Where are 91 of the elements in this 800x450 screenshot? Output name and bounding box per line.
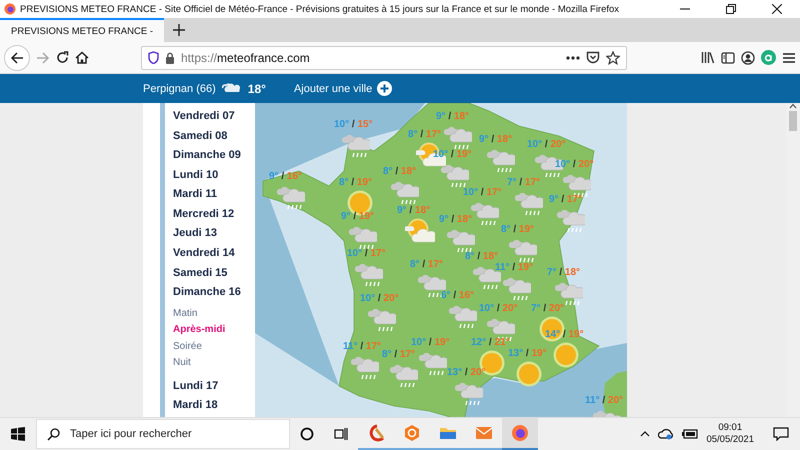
temperature-label: 10° / 15° (334, 119, 373, 130)
temperature-label: 9° / 18° (439, 214, 472, 225)
taskbar-search-field[interactable]: Taper ici pour rechercher (36, 419, 290, 449)
temperature-label: 10° / 19° (411, 337, 450, 348)
address-bar[interactable]: https://meteofrance.com (141, 46, 627, 70)
notification-icon[interactable] (773, 427, 789, 441)
day-link[interactable]: Mardi 18 (173, 397, 241, 417)
battery-icon[interactable] (682, 429, 698, 439)
scroll-up-icon[interactable] (789, 103, 797, 109)
temperature-label: 13° / 19° (508, 348, 547, 359)
temperature-label: 12° / 21° (471, 337, 510, 348)
task-view-icon[interactable] (334, 427, 348, 441)
temperature-label: 8° / 19° (501, 224, 534, 235)
network-icon[interactable] (658, 428, 674, 440)
restore-icon (726, 4, 736, 14)
brush-app-icon[interactable] (367, 424, 385, 442)
temperature-label: 11° / 19° (495, 262, 534, 273)
temperature-label: 9° / 17° (549, 194, 582, 205)
day-link[interactable]: Dimanche 16 (173, 284, 241, 304)
day-link[interactable]: Vendredi 07 (173, 108, 241, 128)
search-input[interactable]: Taper ici pour rechercher (68, 427, 272, 441)
browser-logo-icon[interactable] (511, 424, 529, 442)
day-link[interactable]: Samedi 15 (173, 264, 241, 284)
close-icon (772, 4, 782, 14)
temperature-label: 6° / 16° (441, 290, 474, 301)
temperature-label: 8° / 18° (465, 251, 498, 262)
day-link[interactable]: Jeudi 13 (173, 225, 241, 246)
temperature-label: 10° / 20° (479, 303, 518, 314)
period-link[interactable]: Soirée (173, 338, 241, 356)
temperature-label: 10° / 17° (463, 187, 502, 198)
temperature-label: 7° / 17° (507, 177, 540, 188)
windows-logo-icon (11, 427, 25, 441)
browser-logo-icon (4, 3, 16, 15)
temperature-label: 10° / 20° (360, 293, 399, 304)
plus-circle-icon (377, 81, 392, 96)
temperature-label: 8° / 17° (408, 129, 442, 140)
cloud-icon (222, 83, 242, 94)
lock-icon (165, 52, 175, 64)
shield-icon (148, 51, 159, 64)
temperature-label: 9° / 19° (341, 211, 374, 222)
back-arrow-icon (10, 52, 24, 64)
add-city-link[interactable]: Ajouter une ville (294, 81, 392, 96)
account-icon[interactable] (741, 50, 755, 64)
menu-icon[interactable] (782, 52, 796, 64)
temperature-label: 7° / 18° (547, 267, 580, 278)
city-temperature: 18° (248, 82, 266, 96)
day-link[interactable]: Dimanche 09 (173, 147, 241, 167)
temperature-label: 8° / 18° (383, 166, 416, 177)
extension-icon[interactable] (761, 50, 776, 65)
star-icon[interactable] (606, 50, 620, 64)
circle-icon[interactable] (300, 427, 314, 441)
home-icon[interactable] (75, 51, 89, 64)
envelope-icon[interactable] (475, 424, 493, 442)
reload-icon[interactable] (56, 51, 69, 64)
temperature-label: 10° / 20° (527, 139, 566, 150)
window-title: PREVISIONS METEO FRANCE - Site Officiel de Météo-France - Prévisions gratuites à 15 jours sur la France et sur le monde - Mozilla Firefox (20, 4, 620, 14)
period-link[interactable]: Nuit (173, 355, 241, 372)
temperature-label: 9° / 16° (269, 171, 302, 182)
browser-tab[interactable]: PREVISIONS METEO FRANCE - (0, 18, 164, 42)
hexagon-app-icon[interactable] (403, 424, 421, 442)
search-icon (47, 428, 60, 440)
temperature-label: 8° / 19° (339, 177, 372, 188)
day-link[interactable]: Vendredi 14 (173, 245, 241, 265)
temperature-label: 8° / 17° (382, 349, 416, 360)
temperature-label: 10° / 19° (433, 149, 472, 160)
clock-time: 09:01 (718, 422, 742, 434)
temperature-label: 10° / 17° (347, 248, 386, 259)
library-icon[interactable] (701, 51, 715, 64)
temperature-label: 9° / 18° (479, 134, 512, 145)
temperature-label: 9° / 18° (436, 111, 470, 122)
day-link[interactable]: Lundi 10 (173, 166, 241, 186)
temperature-label: 9° / 18° (397, 205, 430, 216)
day-link[interactable]: Mardi 11 (173, 186, 241, 206)
scrollbar-thumb[interactable] (789, 111, 797, 131)
sidebar-icon[interactable] (721, 52, 735, 64)
day-link[interactable]: Samedi 08 (173, 128, 241, 148)
period-link[interactable]: Matin (173, 306, 241, 322)
temperature-label: 13° / 20° (447, 367, 486, 378)
temperature-label: 11° / 20° (585, 395, 624, 406)
clock-date: 05/05/2021 (706, 434, 754, 446)
city-name[interactable]: Perpignan (66) (143, 82, 216, 94)
temperature-label: 7° / 20° (531, 303, 564, 314)
period-link[interactable]: Après-midi (173, 322, 241, 339)
chevron-up-icon[interactable] (640, 431, 650, 437)
day-link[interactable]: Lundi 17 (173, 378, 241, 398)
back-button[interactable] (4, 44, 30, 70)
temperature-label: 8° / 17° (410, 259, 444, 270)
day-link[interactable]: Mercredi 12 (173, 206, 241, 226)
plus-icon[interactable] (173, 24, 185, 36)
pocket-icon[interactable] (586, 51, 600, 64)
more-dots-icon[interactable] (566, 56, 580, 60)
